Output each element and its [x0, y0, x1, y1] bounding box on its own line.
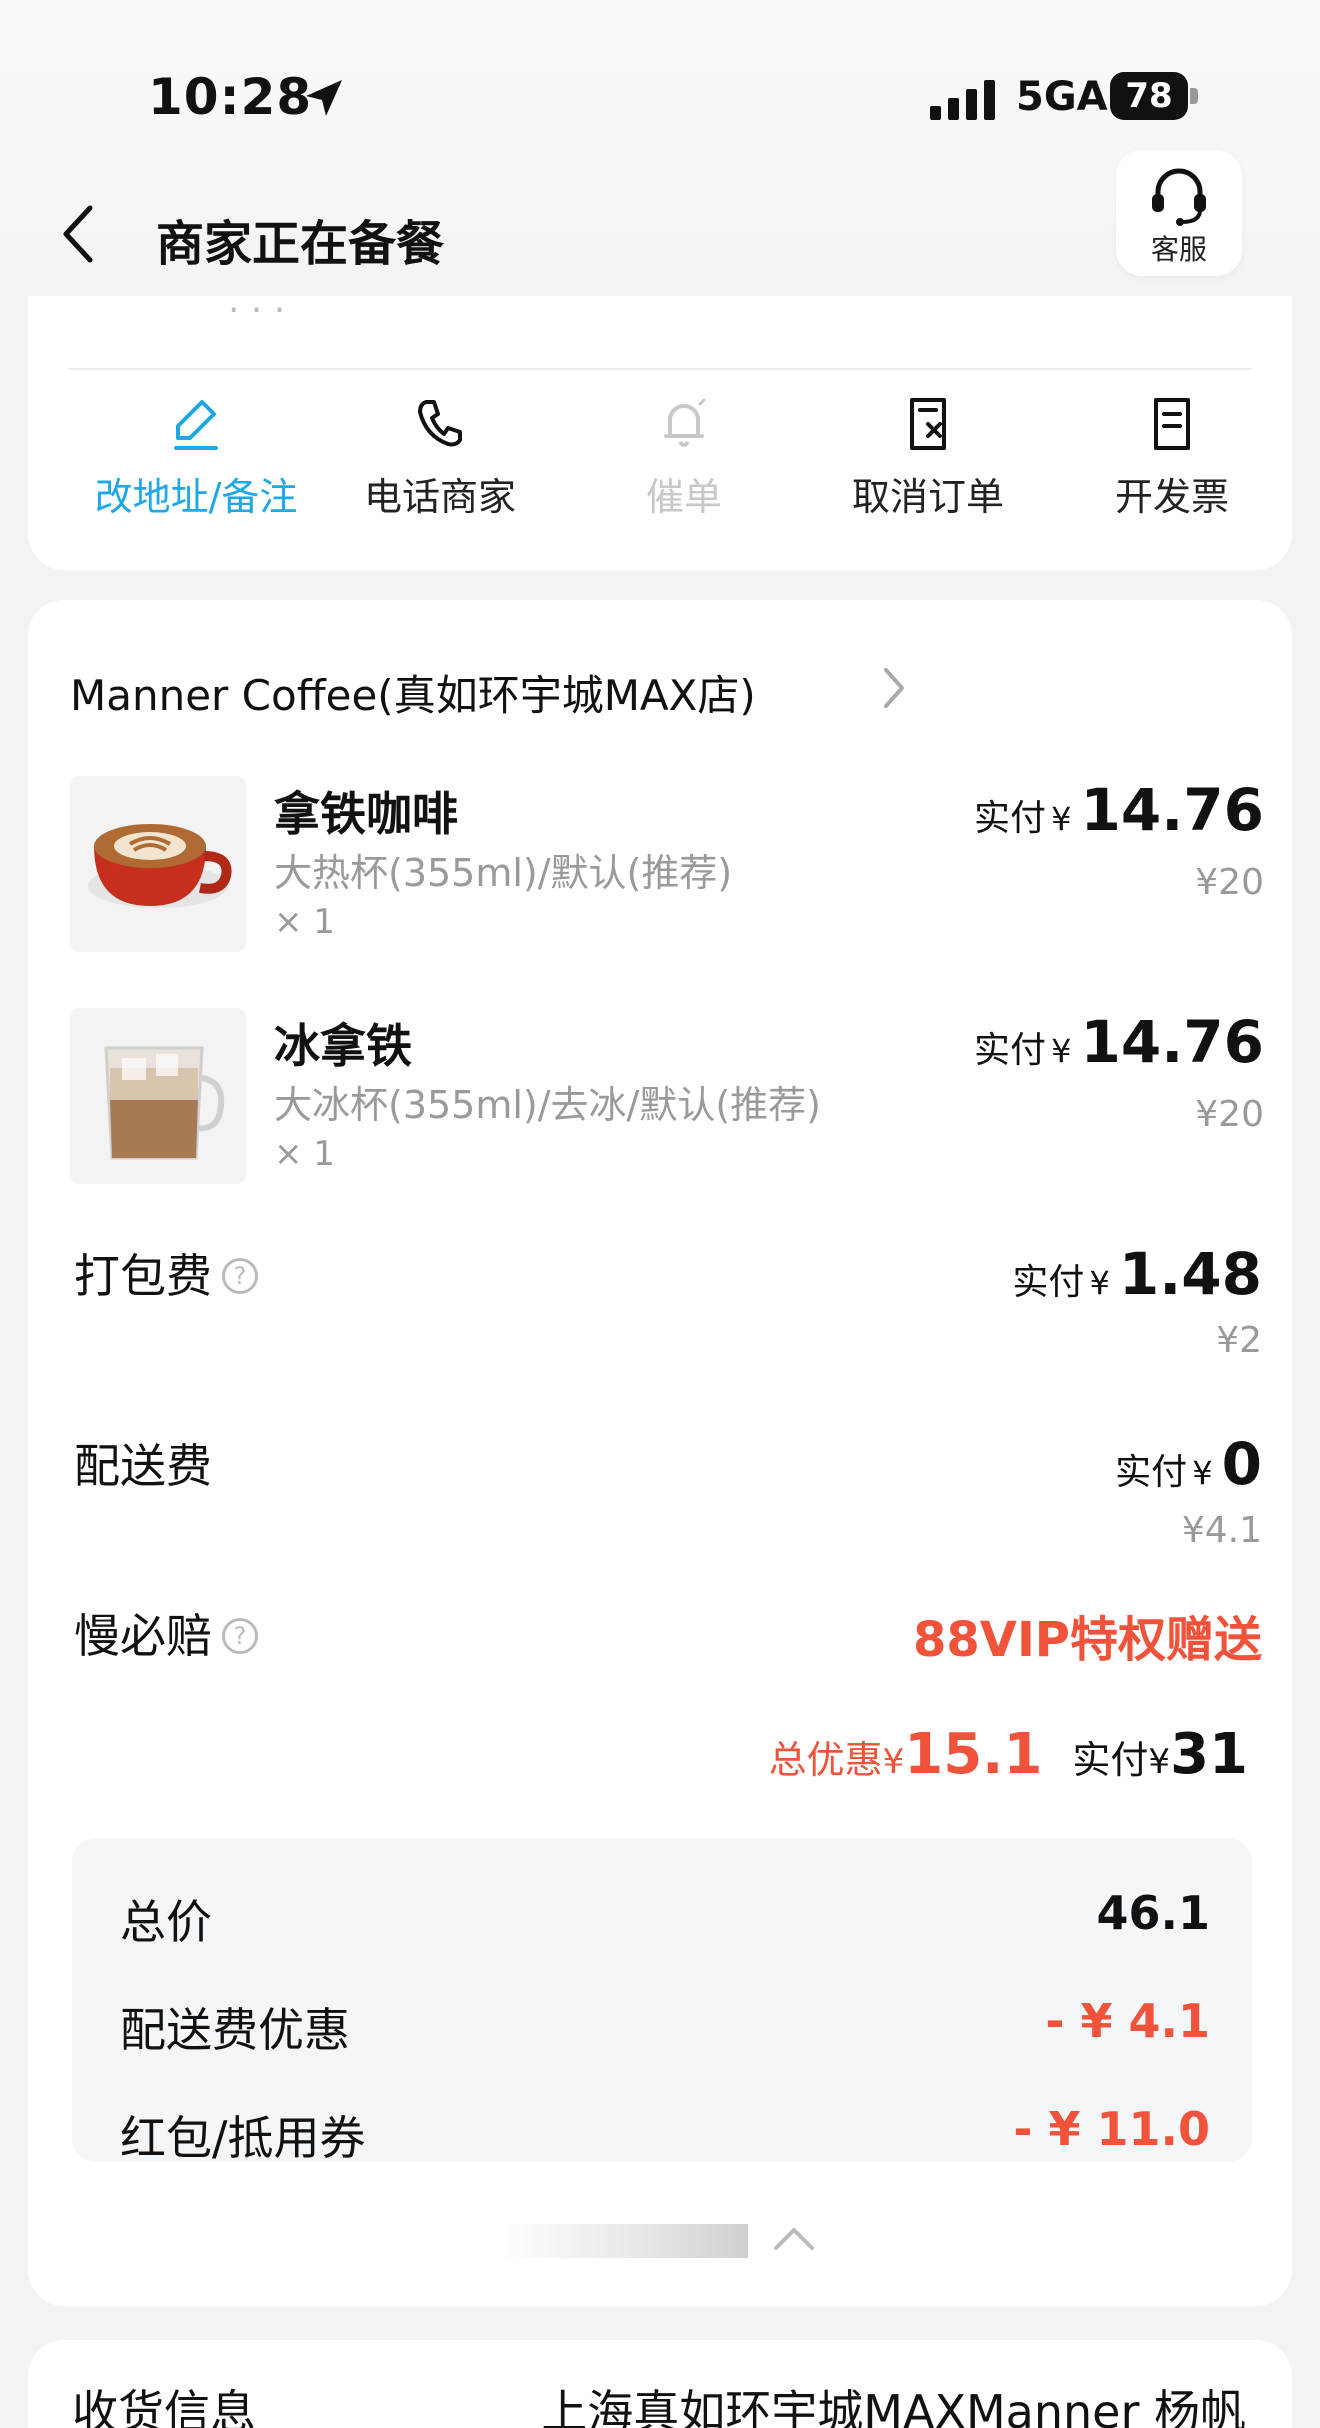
- battery-icon: 78: [1110, 72, 1198, 120]
- customer-service-button[interactable]: 客服: [1116, 150, 1242, 276]
- collapse-handle[interactable]: [498, 2224, 748, 2258]
- paid-label: 实付: [1072, 1738, 1149, 1782]
- action-urge-order[interactable]: 催单: [564, 396, 804, 526]
- cut-off-text: · · ·: [228, 290, 286, 331]
- signal-icon: [930, 80, 995, 120]
- vip-benefit-text: 88VIP特权赠送: [913, 1612, 1262, 1668]
- summary-row-coupon: 红包/抵用券 - ¥ 11.0: [120, 2102, 1210, 2165]
- action-call-merchant[interactable]: 电话商家: [320, 396, 560, 526]
- fee-original-price: ¥4.1: [1181, 1510, 1262, 1551]
- delivery-info-card: 收货信息 上海真如环宇城MAXManner 杨帆: [28, 2340, 1292, 2428]
- help-icon[interactable]: ?: [222, 1617, 258, 1654]
- order-actions-card: · · · 改地址/备注 电话商家 催单 取消订单 开发票: [28, 290, 1292, 570]
- fee-original-price: ¥2: [1216, 1320, 1262, 1361]
- paid-value: 0: [1221, 1430, 1262, 1498]
- late-compensation-row: 慢必赔? 88VIP特权赠送: [74, 1600, 1274, 1720]
- action-label: 改地址/备注: [94, 475, 298, 519]
- order-item: 拿铁咖啡 大热杯(355ml)/默认(推荐) × 1 实付 ¥ 14.76 ¥2…: [70, 776, 1270, 956]
- action-edit-address[interactable]: 改地址/备注: [76, 396, 316, 526]
- status-bar: 10:28 5GA 78: [0, 60, 1320, 140]
- summary-label: 红包/抵用券: [120, 2111, 366, 2165]
- currency: ¥: [1192, 1454, 1213, 1492]
- paid-label: 实付: [1115, 1452, 1188, 1493]
- fee-label: 慢必赔: [74, 1609, 212, 1663]
- service-label: 客服: [1150, 233, 1207, 266]
- iced-latte-image: [70, 1008, 246, 1184]
- currency: ¥: [882, 1742, 905, 1782]
- paid-label: 实付: [1012, 1262, 1085, 1303]
- summary-value: 46.1: [1096, 1886, 1211, 1940]
- cancel-doc-icon: [910, 398, 946, 450]
- item-spec: 大冰杯(355ml)/去冰/默认(推荐): [274, 1083, 822, 1127]
- delivery-info-value: 上海真如环宇城MAXManner 杨帆: [541, 2385, 1246, 2428]
- status-time: 10:28: [148, 68, 313, 126]
- paid-label: 实付: [973, 1030, 1046, 1071]
- delivery-info-label: 收货信息: [72, 2385, 256, 2428]
- action-label: 电话商家: [363, 475, 516, 519]
- item-paid-price: 实付 ¥ 14.76: [974, 776, 1264, 844]
- edit-icon: [174, 400, 218, 450]
- order-totals: 总优惠¥15.1 实付¥31: [769, 1722, 1248, 1787]
- item-original-price: ¥20: [1195, 1094, 1264, 1135]
- summary-label: 配送费优惠: [120, 2003, 350, 2057]
- phone-icon: [418, 400, 462, 447]
- paid-label: 实付: [973, 798, 1046, 839]
- action-label: 取消订单: [851, 475, 1004, 519]
- hot-latte-image: [70, 776, 246, 952]
- page-title: 商家正在备餐: [156, 216, 445, 272]
- summary-value: - ¥ 11.0: [1013, 2102, 1210, 2156]
- currency: ¥: [1148, 1742, 1171, 1782]
- summary-row-delivery-discount: 配送费优惠 - ¥ 4.1: [120, 1994, 1210, 2057]
- item-spec: 大热杯(355ml)/默认(推荐): [274, 851, 733, 895]
- order-item: 冰拿铁 大冰杯(355ml)/去冰/默认(推荐) × 1 实付 ¥ 14.76 …: [70, 1008, 1270, 1188]
- fee-paid-price: 实付 ¥ 0: [1115, 1430, 1262, 1498]
- item-paid-price: 实付 ¥ 14.76: [974, 1008, 1264, 1076]
- currency: ¥: [1051, 1032, 1072, 1070]
- battery-level: 78: [1110, 72, 1188, 120]
- headset-icon: [1152, 168, 1206, 226]
- paid-total: 31: [1170, 1722, 1248, 1787]
- paid-value: 14.76: [1080, 1008, 1264, 1076]
- summary-row-total: 总价 46.1: [120, 1886, 1211, 1949]
- item-name: 冰拿铁: [274, 1019, 412, 1073]
- chevron-right-icon[interactable]: [882, 666, 906, 710]
- divider: [68, 368, 1252, 370]
- shop-name[interactable]: Manner Coffee(真如环宇城MAX店): [70, 662, 756, 723]
- paid-value: 14.76: [1080, 776, 1264, 844]
- location-arrow-icon: [306, 80, 342, 116]
- bell-icon: [664, 398, 706, 447]
- action-invoice[interactable]: 开发票: [1052, 396, 1292, 526]
- back-arrow-icon[interactable]: [58, 202, 98, 266]
- item-original-price: ¥20: [1195, 862, 1264, 903]
- summary-value: - ¥ 4.1: [1045, 1994, 1210, 2048]
- price-summary: 总价 46.1 配送费优惠 - ¥ 4.1 红包/抵用券 - ¥ 11.0: [72, 1838, 1252, 2165]
- help-icon[interactable]: ?: [222, 1257, 258, 1294]
- paid-value: 1.48: [1118, 1240, 1262, 1308]
- network-type: 5GA: [1016, 74, 1108, 120]
- chevron-up-icon[interactable]: [772, 2224, 816, 2254]
- packing-fee-row: 打包费? 实付 ¥ 1.48 ¥2: [74, 1240, 1274, 1361]
- currency: ¥: [1051, 800, 1072, 838]
- item-name: 拿铁咖啡: [274, 787, 458, 841]
- item-quantity: × 1: [274, 902, 335, 942]
- fee-label: 打包费: [74, 1249, 212, 1303]
- currency: ¥: [1089, 1264, 1110, 1302]
- invoice-icon: [1154, 398, 1190, 450]
- item-quantity: × 1: [274, 1134, 335, 1174]
- action-label: 开发票: [1114, 475, 1229, 519]
- summary-label: 总价: [120, 1895, 212, 1949]
- action-label: 催单: [645, 475, 722, 519]
- fee-paid-price: 实付 ¥ 1.48: [1012, 1240, 1262, 1308]
- discount-value: 15.1: [904, 1722, 1043, 1787]
- order-detail-card: Manner Coffee(真如环宇城MAX店) 拿铁咖啡 大热杯(355ml)…: [28, 600, 1292, 2306]
- delivery-fee-row: 配送费 实付 ¥ 0 ¥4.1: [74, 1430, 1274, 1551]
- action-cancel-order[interactable]: 取消订单: [808, 396, 1048, 526]
- discount-label: 总优惠: [768, 1738, 883, 1782]
- fee-label: 配送费: [74, 1439, 212, 1493]
